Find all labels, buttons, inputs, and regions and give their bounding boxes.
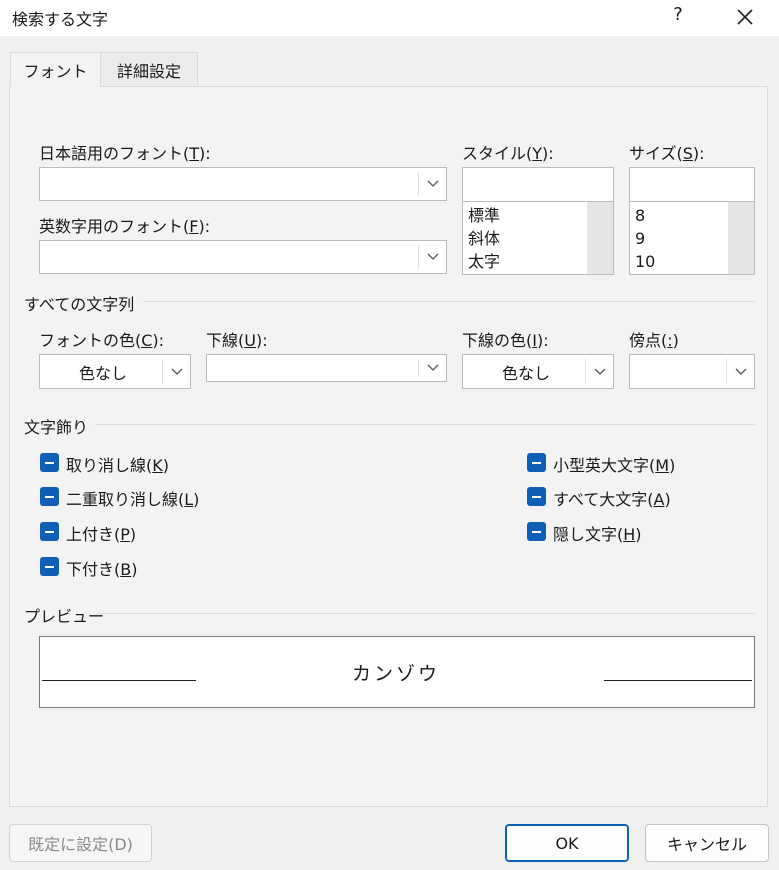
list-item[interactable]: 10 bbox=[635, 251, 655, 273]
underline-color-value: 色なし bbox=[501, 363, 550, 383]
divider bbox=[95, 424, 755, 425]
size-listbox[interactable]: 8 9 10 bbox=[629, 201, 755, 275]
divider bbox=[96, 613, 755, 614]
emphasis-label: 傍点(:) bbox=[629, 331, 679, 350]
subscript-label: 下付き(B) bbox=[66, 560, 138, 579]
underline-color-label: 下線の色(I): bbox=[462, 331, 549, 350]
divider bbox=[143, 301, 755, 302]
superscript-label: 上付き(P) bbox=[66, 525, 137, 544]
ok-button[interactable]: OK bbox=[505, 824, 629, 862]
list-item[interactable]: 太字 bbox=[468, 251, 500, 273]
close-icon bbox=[737, 9, 753, 25]
list-item[interactable]: 斜体 bbox=[468, 228, 500, 250]
preview-line-left bbox=[42, 680, 196, 681]
small-caps-label: 小型英大文字(M) bbox=[553, 456, 676, 475]
small-caps-checkbox[interactable] bbox=[527, 453, 546, 472]
underline-label: 下線(U): bbox=[206, 331, 268, 350]
jp-font-combo[interactable] bbox=[39, 167, 447, 201]
effects-section-title: 文字飾り bbox=[24, 418, 89, 437]
chevron-down-icon[interactable] bbox=[587, 355, 613, 388]
tab-font[interactable]: フォント bbox=[10, 52, 101, 87]
chevron-down-icon[interactable] bbox=[420, 355, 446, 381]
superscript-checkbox[interactable] bbox=[40, 522, 59, 541]
en-font-combo[interactable] bbox=[39, 240, 447, 274]
double-strikethrough-checkbox[interactable] bbox=[40, 487, 59, 506]
underline-value bbox=[207, 355, 421, 381]
emphasis-value bbox=[630, 355, 730, 388]
hidden-label: 隠し文字(H) bbox=[553, 525, 642, 544]
all-caps-checkbox[interactable] bbox=[527, 487, 546, 506]
close-button[interactable] bbox=[734, 4, 756, 28]
underline-select[interactable] bbox=[206, 354, 447, 382]
preview-section-title: プレビュー bbox=[24, 607, 105, 626]
window-title: 検索する文字 bbox=[12, 10, 109, 29]
preview-line-right bbox=[604, 680, 752, 681]
list-item[interactable]: 9 bbox=[635, 228, 645, 250]
chevron-down-icon[interactable] bbox=[420, 241, 446, 273]
size-input[interactable] bbox=[629, 167, 755, 202]
size-label: サイズ(S): bbox=[629, 144, 705, 163]
chevron-down-icon[interactable] bbox=[728, 355, 754, 388]
font-color-value: 色なし bbox=[78, 363, 127, 383]
cancel-button[interactable]: キャンセル bbox=[645, 824, 769, 862]
list-item[interactable]: 標準 bbox=[468, 205, 500, 227]
chevron-down-icon[interactable] bbox=[420, 168, 446, 200]
en-font-label: 英数字用のフォント(F): bbox=[39, 217, 211, 236]
hidden-checkbox[interactable] bbox=[527, 522, 546, 541]
all-caps-label: すべて大文字(A) bbox=[553, 490, 671, 509]
emphasis-select[interactable] bbox=[629, 354, 755, 389]
strikethrough-checkbox[interactable] bbox=[40, 453, 59, 472]
set-default-button[interactable]: 既定に設定(D) bbox=[9, 824, 152, 862]
font-color-label: フォントの色(C): bbox=[39, 331, 165, 350]
style-label: スタイル(Y): bbox=[462, 144, 554, 163]
font-color-select[interactable]: 色なし bbox=[39, 354, 191, 389]
title-bar bbox=[0, 0, 779, 36]
underline-color-select[interactable]: 色なし bbox=[462, 354, 614, 389]
preview-box: カンゾウ bbox=[39, 636, 755, 708]
size-scrollbar[interactable] bbox=[728, 202, 754, 274]
preview-text: カンゾウ bbox=[352, 663, 441, 685]
style-input[interactable] bbox=[462, 167, 614, 202]
help-button[interactable]: ? bbox=[668, 4, 688, 28]
strikethrough-label: 取り消し線(K) bbox=[66, 456, 169, 475]
tab-advanced[interactable]: 詳細設定 bbox=[101, 52, 198, 87]
style-listbox[interactable]: 標準 斜体 太字 bbox=[462, 201, 614, 275]
chevron-down-icon[interactable] bbox=[164, 355, 190, 388]
list-item[interactable]: 8 bbox=[635, 205, 645, 227]
jp-font-label: 日本語用のフォント(T): bbox=[39, 144, 211, 163]
subscript-checkbox[interactable] bbox=[40, 557, 59, 576]
style-scrollbar[interactable] bbox=[587, 202, 613, 274]
all-text-section-title: すべての文字列 bbox=[24, 295, 135, 314]
double-strikethrough-label: 二重取り消し線(L) bbox=[66, 490, 200, 509]
